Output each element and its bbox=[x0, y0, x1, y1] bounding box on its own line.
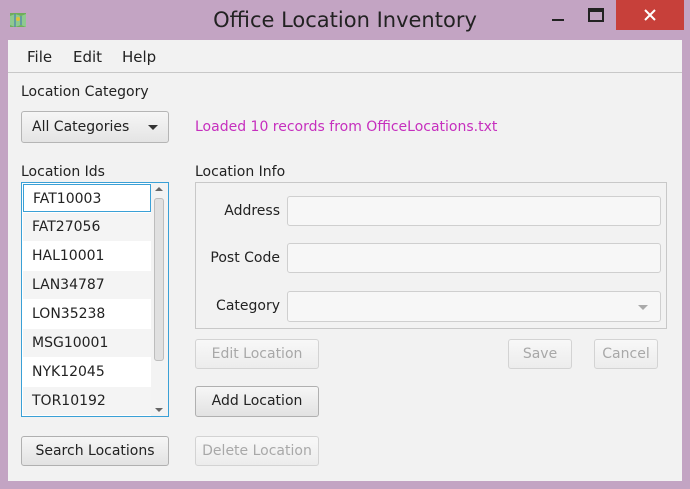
menu-help[interactable]: Help bbox=[122, 48, 156, 66]
list-scrollbar[interactable] bbox=[151, 183, 168, 416]
list-item[interactable]: HAL10001 bbox=[23, 242, 151, 270]
scrollbar-thumb[interactable] bbox=[154, 198, 164, 361]
chevron-down-icon bbox=[148, 125, 158, 130]
status-message: Loaded 10 records from OfficeLocations.t… bbox=[195, 119, 498, 135]
add-location-button[interactable]: Add Location bbox=[195, 386, 319, 417]
close-button[interactable] bbox=[616, 0, 684, 30]
scroll-up-icon[interactable] bbox=[155, 187, 163, 191]
menu-edit[interactable]: Edit bbox=[73, 48, 102, 66]
category-field-dropdown[interactable] bbox=[287, 291, 661, 322]
postcode-label: Post Code bbox=[210, 250, 280, 266]
list-item[interactable]: FAT27056 bbox=[23, 213, 151, 241]
minimize-button[interactable] bbox=[540, 0, 576, 30]
postcode-field[interactable] bbox=[287, 243, 661, 273]
title-bar[interactable]: Office Location Inventory bbox=[0, 0, 690, 40]
list-item[interactable]: NYK12045 bbox=[23, 358, 151, 386]
category-dropdown[interactable]: All Categories bbox=[21, 111, 169, 143]
scroll-down-icon[interactable] bbox=[155, 408, 163, 412]
save-button[interactable]: Save bbox=[508, 339, 572, 369]
list-item[interactable]: MSG10001 bbox=[23, 329, 151, 357]
location-info-label: Location Info bbox=[195, 164, 286, 180]
location-ids-list[interactable]: FAT10003 FAT27056 HAL10001 LAN34787 LON3… bbox=[21, 182, 169, 417]
chevron-down-icon bbox=[638, 305, 648, 310]
delete-location-button[interactable]: Delete Location bbox=[195, 436, 319, 466]
category-field-label: Category bbox=[216, 298, 280, 314]
minimize-icon bbox=[552, 19, 564, 21]
search-locations-button[interactable]: Search Locations bbox=[21, 436, 169, 466]
maximize-icon bbox=[588, 8, 604, 22]
location-ids-label: Location Ids bbox=[21, 164, 105, 180]
address-field[interactable] bbox=[287, 196, 661, 226]
list-item[interactable]: FAT10003 bbox=[23, 184, 151, 212]
menu-file[interactable]: File bbox=[27, 48, 52, 66]
menu-bar: File Edit Help bbox=[8, 40, 682, 73]
app-window: Office Location Inventory File Edit Help… bbox=[0, 0, 690, 489]
list-item[interactable]: TOR10192 bbox=[23, 387, 151, 415]
list-item[interactable]: LAN34787 bbox=[23, 271, 151, 299]
category-selected: All Categories bbox=[32, 119, 130, 135]
list-item[interactable]: LON35238 bbox=[23, 300, 151, 328]
category-label: Location Category bbox=[21, 84, 149, 100]
cancel-button[interactable]: Cancel bbox=[594, 339, 658, 369]
maximize-button[interactable] bbox=[578, 0, 614, 30]
address-label: Address bbox=[224, 203, 280, 219]
close-icon bbox=[644, 9, 656, 21]
location-info-panel: Address Post Code Category bbox=[195, 182, 667, 329]
client-area: File Edit Help Location Category All Cat… bbox=[8, 40, 682, 481]
edit-location-button[interactable]: Edit Location bbox=[195, 339, 319, 369]
